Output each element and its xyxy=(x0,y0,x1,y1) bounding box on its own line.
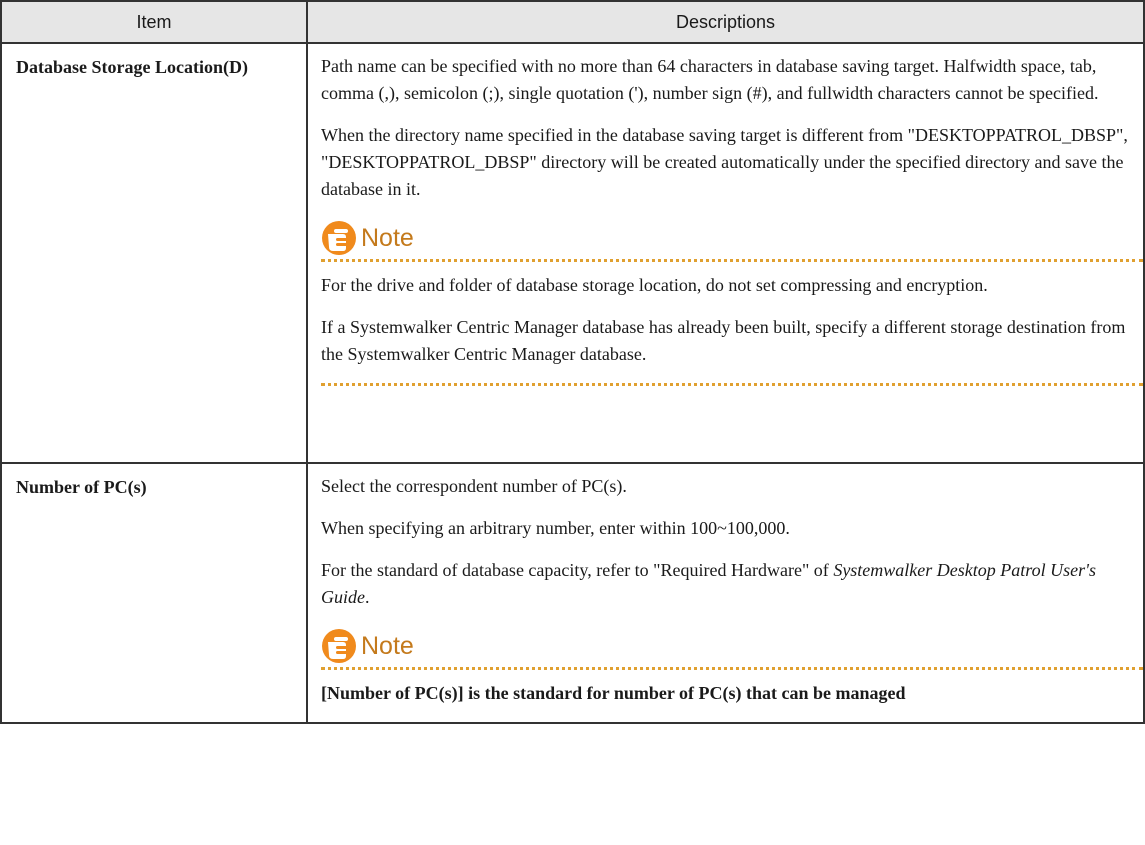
pointing-hand-icon xyxy=(322,629,356,663)
note-heading: Note xyxy=(321,219,1143,257)
item-name: Number of PC(s) xyxy=(16,477,147,497)
note-label: Note xyxy=(361,223,414,252)
description-paragraph: When the directory name specified in the… xyxy=(321,125,1128,199)
header-descriptions: Descriptions xyxy=(306,0,1145,44)
description-paragraph: Path name can be specified with no more … xyxy=(321,56,1099,103)
note-block: Note For the drive and folder of databas… xyxy=(321,219,1143,386)
description-paragraph: When specifying an arbitrary number, ent… xyxy=(321,518,790,538)
note-paragraph: For the drive and folder of database sto… xyxy=(321,275,988,295)
note-paragraph: If a Systemwalker Centric Manager databa… xyxy=(321,317,1126,364)
table-row: Database Storage Location(D) Path name c… xyxy=(0,42,1145,464)
table-row: Number of PC(s) Select the correspondent… xyxy=(0,462,1145,724)
note-block: Note [Number of PC(s)] is the standard f… xyxy=(321,627,1143,707)
description-cell: Path name can be specified with no more … xyxy=(306,42,1145,464)
note-label: Note xyxy=(361,631,414,660)
table-header-row: Item Descriptions xyxy=(0,0,1145,44)
item-cell: Database Storage Location(D) xyxy=(0,42,308,464)
note-divider xyxy=(321,259,1143,262)
note-paragraph: [Number of PC(s)] is the standard for nu… xyxy=(321,683,906,703)
reference-end: . xyxy=(365,587,370,607)
description-cell: Select the correspondent number of PC(s)… xyxy=(306,462,1145,724)
header-item: Item xyxy=(0,0,308,44)
description-paragraph: Select the correspondent number of PC(s)… xyxy=(321,476,627,496)
item-cell: Number of PC(s) xyxy=(0,462,308,724)
item-name: Database Storage Location(D) xyxy=(16,57,248,77)
description-table: Item Descriptions Database Storage Locat… xyxy=(0,0,1145,724)
reference-text: For the standard of database capacity, r… xyxy=(321,560,834,580)
pointing-hand-icon xyxy=(322,221,356,255)
note-divider xyxy=(321,667,1143,670)
note-divider xyxy=(321,383,1143,386)
reference-paragraph: For the standard of database capacity, r… xyxy=(321,557,1143,611)
note-heading: Note xyxy=(321,627,1143,665)
